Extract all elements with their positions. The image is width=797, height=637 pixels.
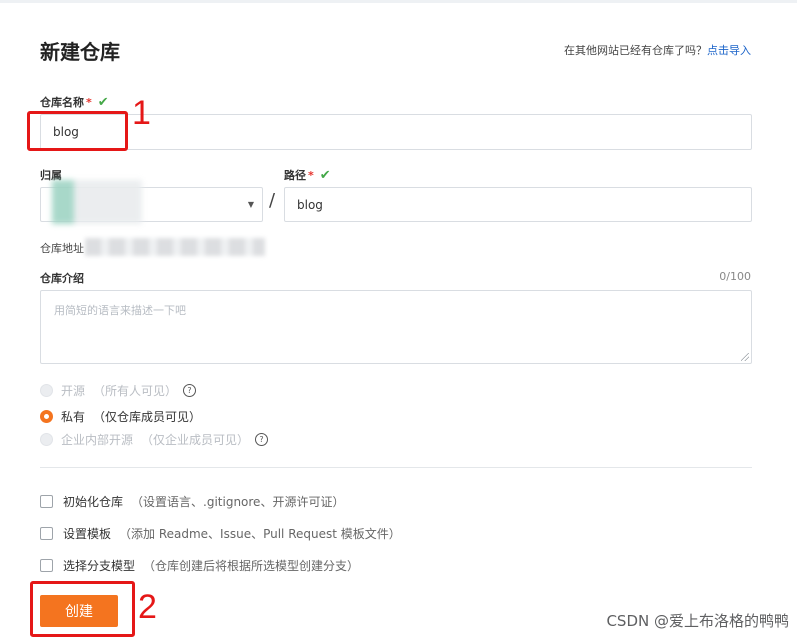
check-icon: ✔ — [97, 95, 109, 110]
checkbox-branch-model[interactable]: 选择分支模型 （仓库创建后将根据所选模型创建分支） — [40, 557, 359, 574]
import-hint-text: 在其他网站已经有仓库了吗？ — [564, 44, 707, 57]
checkbox-template-label: 设置模板 — [63, 527, 112, 541]
checkbox-box — [40, 527, 53, 540]
import-hint: 在其他网站已经有仓库了吗？点击导入 — [564, 42, 751, 58]
radio-enterprise-hint: （仅企业成员可见） — [141, 433, 250, 447]
annotation-number-1: 1 — [132, 94, 151, 132]
annotation-box-2 — [30, 581, 135, 637]
owner-avatar-blurred — [52, 180, 142, 224]
help-icon[interactable]: ? — [255, 433, 269, 446]
description-counter: 0/100 — [719, 270, 751, 283]
repo-address-label: 仓库地址 — [40, 242, 84, 255]
radio-circle — [40, 433, 53, 446]
annotation-number-2: 2 — [138, 588, 157, 626]
required-mark: * — [86, 96, 92, 109]
checkbox-box — [40, 495, 53, 508]
required-mark: * — [308, 169, 314, 182]
checkbox-branch-model-label: 选择分支模型 — [63, 559, 136, 573]
checkbox-init-repo-hint: （设置语言、.gitignore、开源许可证） — [131, 495, 345, 509]
radio-circle-selected — [40, 410, 53, 423]
import-link[interactable]: 点击导入 — [707, 44, 751, 57]
repo-name-label: 仓库名称 — [40, 96, 84, 109]
radio-open-source-hint: （所有人可见） — [93, 384, 178, 398]
checkbox-template[interactable]: 设置模板 （添加 Readme、Issue、Pull Request 模板文件） — [40, 525, 401, 542]
watermark: CSDN @爱上布洛格的鸭鸭 — [606, 612, 789, 630]
repo-name-label-row: 仓库名称 * ✔ — [40, 94, 109, 110]
repo-address-blurred — [85, 238, 265, 256]
help-icon[interactable]: ? — [183, 384, 197, 397]
checkbox-template-hint: （添加 Readme、Issue、Pull Request 模板文件） — [119, 527, 401, 541]
radio-open-source[interactable]: 开源 （所有人可见） ? — [40, 382, 197, 399]
path-value: blog — [297, 197, 323, 212]
top-border — [0, 0, 797, 3]
checkbox-init-repo[interactable]: 初始化仓库 （设置语言、.gitignore、开源许可证） — [40, 493, 344, 510]
radio-private-hint: （仅仓库成员可见） — [93, 410, 202, 424]
radio-enterprise-label: 企业内部开源 — [61, 433, 134, 447]
caret-down-icon: ▼ — [247, 200, 254, 209]
divider — [40, 467, 752, 468]
description-textarea[interactable]: 用简短的语言来描述一下吧 — [40, 290, 752, 364]
radio-circle — [40, 384, 53, 397]
description-label: 仓库介绍 — [40, 272, 84, 285]
radio-private[interactable]: 私有 （仅仓库成员可见） — [40, 408, 201, 425]
resize-grip-icon[interactable] — [741, 353, 749, 361]
checkbox-init-repo-label: 初始化仓库 — [63, 495, 124, 509]
path-label-row: 路径 * ✔ — [284, 167, 331, 183]
checkbox-box — [40, 559, 53, 572]
path-separator: / — [269, 190, 276, 211]
radio-enterprise[interactable]: 企业内部开源 （仅企业成员可见） ? — [40, 431, 269, 448]
radio-open-source-label: 开源 — [61, 384, 86, 398]
annotation-box-1 — [27, 111, 128, 151]
checkbox-branch-model-hint: （仓库创建后将根据所选模型创建分支） — [143, 559, 360, 573]
path-input[interactable]: blog — [284, 187, 752, 222]
page-title: 新建仓库 — [40, 40, 120, 64]
description-placeholder: 用简短的语言来描述一下吧 — [54, 304, 186, 317]
path-label: 路径 — [284, 169, 306, 182]
radio-private-label: 私有 — [61, 410, 86, 424]
check-icon: ✔ — [319, 168, 331, 183]
